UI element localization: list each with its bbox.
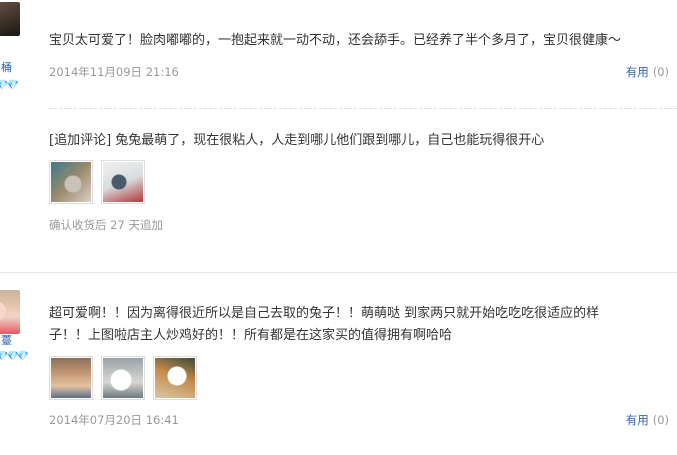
review-photo-thumbnail[interactable] bbox=[101, 160, 145, 204]
review-photo-thumbnail[interactable] bbox=[49, 160, 93, 204]
helpful-button[interactable]: 有用 (0) bbox=[626, 412, 669, 428]
review-separator bbox=[0, 272, 677, 273]
divider bbox=[49, 108, 677, 109]
followup-thumbnails bbox=[49, 160, 145, 204]
review-photo-thumbnail[interactable] bbox=[153, 356, 197, 400]
helpful-count: (0) bbox=[652, 413, 669, 427]
review-thumbnails bbox=[49, 356, 197, 400]
avatar[interactable] bbox=[0, 2, 20, 36]
helpful-label[interactable]: 有用 bbox=[626, 65, 649, 79]
avatar[interactable] bbox=[0, 290, 20, 334]
followup-meta: 确认收货后 27 天追加 bbox=[49, 218, 163, 232]
review-text: 超可爱啊！！因为离得很近所以是自己去取的兔子！！萌萌哒 到家两只就开始吃吃吃很适… bbox=[49, 303, 649, 347]
review-text-line: 子！！上图啦店主人炒鸡好的！！所有都是在这家买的值得拥有啊哈哈 bbox=[49, 328, 453, 343]
helpful-count: (0) bbox=[652, 65, 669, 79]
review-date: 2014年11月09日 21:16 bbox=[49, 65, 179, 79]
review-text-line: 超可爱啊！！因为离得很近所以是自己去取的兔子！！萌萌哒 到家两只就开始吃吃吃很适… bbox=[49, 306, 600, 321]
buyer-credit-badge: 💎💎💎 bbox=[0, 351, 29, 362]
helpful-label[interactable]: 有用 bbox=[626, 413, 649, 427]
review-photo-thumbnail[interactable] bbox=[101, 356, 145, 400]
review-text: 宝贝太可爱了！脸肉嘟嘟的，一抱起来就一动不动，还会舔手。已经养了半个多月了，宝贝… bbox=[49, 33, 622, 48]
review-photo-thumbnail[interactable] bbox=[49, 356, 93, 400]
review-list: 马桶 💎💎 宝贝太可爱了！脸肉嘟嘟的，一抱起来就一动不动，还会舔手。已经养了半个… bbox=[0, 0, 677, 455]
review-date: 2014年07月20日 16:41 bbox=[49, 413, 179, 427]
helpful-button[interactable]: 有用 (0) bbox=[626, 64, 669, 80]
buyer-credit-badge: 💎💎 bbox=[0, 80, 19, 91]
followup-text: [追加评论] 兔兔最萌了，现在很粘人，人走到哪儿他们跟到哪儿，自己也能玩得很开心 bbox=[49, 133, 545, 148]
